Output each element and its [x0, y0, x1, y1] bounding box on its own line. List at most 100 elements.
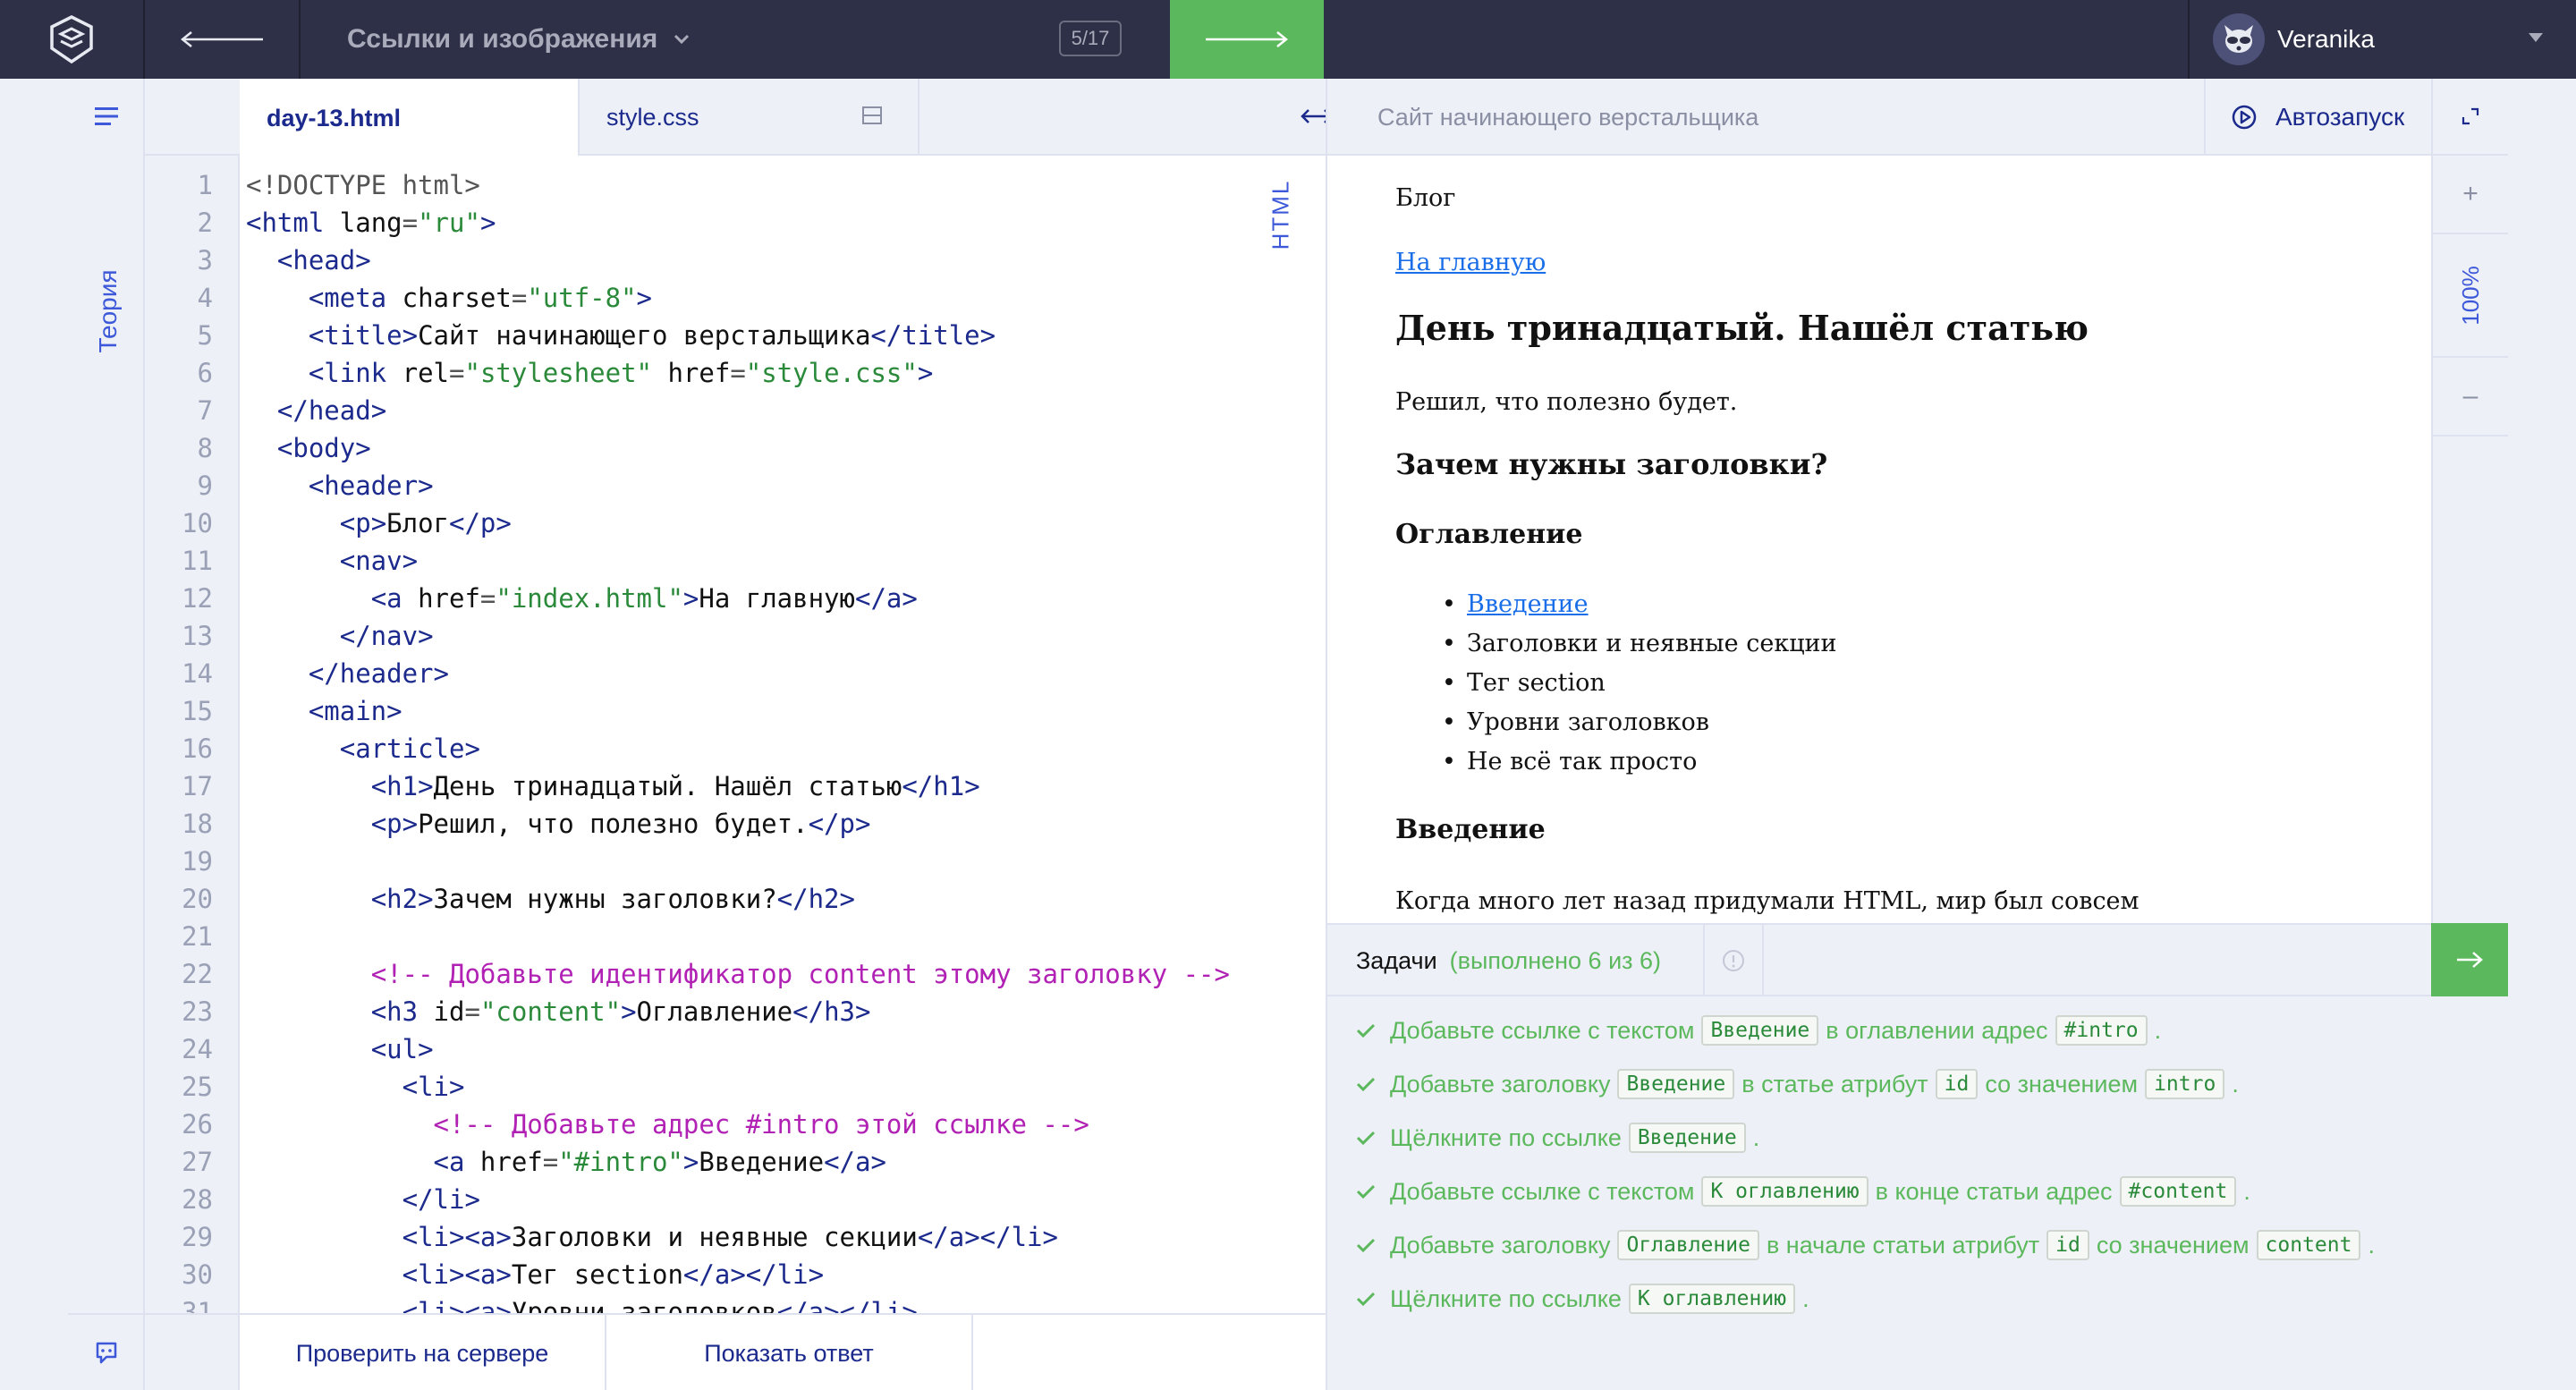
line-number: 12	[182, 583, 213, 614]
logo-icon[interactable]	[0, 0, 145, 79]
line-number: 25	[182, 1072, 213, 1102]
code-line[interactable]: </li>	[246, 1181, 480, 1218]
split-view-icon[interactable]	[862, 106, 882, 125]
editor-tabs: day-13.html style.css	[145, 79, 1333, 157]
task-text: Добавьте ссылке с текстом	[1390, 1177, 1695, 1205]
code-line[interactable]: <meta charset="utf-8">	[246, 279, 652, 317]
task-item: Щёлкните по ссылке Введение.	[1356, 1118, 1759, 1157]
user-menu[interactable]: Veranika	[2188, 0, 2576, 79]
line-number: 27	[182, 1147, 213, 1177]
toc-item: Не всё так просто	[1442, 748, 1697, 776]
line-number: 22	[182, 959, 213, 989]
code-line[interactable]: <a href="index.html">На главную</a>	[246, 580, 918, 617]
arrow-right-icon	[1206, 31, 1289, 47]
tasks-header: Задачи (выполнено 6 из 6)	[1327, 923, 2431, 996]
toc-link[interactable]: Введение	[1467, 590, 1589, 618]
task-text: в конце статьи адрес	[1875, 1177, 2113, 1205]
code-line[interactable]: <li><a>Уровни заголовков</a></li>	[246, 1293, 918, 1313]
preview-frame: Блог На главную День тринадцатый. Нашёл …	[1327, 156, 2431, 923]
code-editor[interactable]: <!DOCTYPE html> <html lang="ru"> <head> <…	[242, 156, 1326, 1313]
toc-item[interactable]: Введение	[1442, 590, 1589, 618]
code-line[interactable]: <main>	[246, 692, 402, 730]
tasks-info-button[interactable]	[1703, 925, 1764, 996]
arrow-right-icon	[2457, 952, 2483, 968]
next-step-button[interactable]	[1170, 0, 1324, 79]
toc-item: Уровни заголовков	[1442, 708, 1709, 736]
task-text: Добавьте заголовку	[1390, 1231, 1611, 1259]
toc-item: Заголовки и неявные секции	[1442, 630, 1837, 657]
tab-gutter	[145, 79, 240, 156]
code-line[interactable]: <html lang="ru">	[246, 204, 496, 242]
avatar	[2213, 13, 2265, 65]
theory-tab[interactable]: Теория	[94, 269, 123, 352]
code-line[interactable]: <!-- Добавьте адрес #intro этой ссылке -…	[246, 1106, 1089, 1143]
code-line[interactable]: <!-- Добавьте идентификатор content этом…	[246, 955, 1230, 993]
code-line[interactable]: <head>	[246, 242, 371, 279]
left-margin	[0, 79, 68, 1390]
top-bar: Ссылки и изображения 5/17 Veranika	[0, 0, 2576, 79]
home-link[interactable]: На главную	[1395, 249, 1546, 276]
code-chip: К оглавлению	[1701, 1176, 1868, 1207]
code-line[interactable]: <li>	[246, 1068, 465, 1106]
autorun-label: Автозапуск	[2275, 103, 2405, 131]
code-chip: #content	[2119, 1176, 2237, 1207]
code-chip: content	[2256, 1230, 2361, 1260]
zoom-in-button[interactable]: +	[2433, 156, 2508, 234]
code-line[interactable]: </header>	[246, 655, 449, 692]
feedback-button[interactable]	[68, 1313, 145, 1390]
code-line[interactable]: <ul>	[246, 1030, 434, 1068]
editor-actions: Проверить на сервере Показать ответ	[145, 1313, 1326, 1390]
line-number: 5	[197, 320, 213, 351]
line-number: 2	[197, 208, 213, 238]
tasks-progress: (выполнено 6 из 6)	[1449, 946, 1662, 974]
back-arrow-button[interactable]	[145, 0, 301, 79]
code-line[interactable]: <!DOCTYPE html>	[246, 166, 480, 204]
line-number: 4	[197, 283, 213, 313]
code-line[interactable]: </nav>	[246, 617, 434, 655]
task-text: Щёлкните по ссылке	[1390, 1123, 1622, 1151]
code-chip: К оглавлению	[1628, 1284, 1796, 1314]
code-line[interactable]: <h2>Зачем нужны заголовки?</h2>	[246, 880, 855, 918]
code-line[interactable]: <p>Решил, что полезно будет.</p>	[246, 805, 871, 843]
user-name: Veranika	[2277, 25, 2375, 53]
task-text: .	[1752, 1123, 1760, 1151]
task-item: Добавьте заголовку Оглавление в начале ста…	[1356, 1225, 2375, 1265]
intro-paragraph: Когда много лет назад придумали HTML, ми…	[1395, 887, 2140, 915]
code-line[interactable]: <li><a>Заголовки и неявные секции</a></l…	[246, 1218, 1058, 1256]
code-line[interactable]: <nav>	[246, 542, 418, 580]
code-line[interactable]: <a href="#intro">Введение</a>	[246, 1143, 886, 1181]
zoom-level-label: 100%	[2456, 265, 2484, 326]
code-line[interactable]: <li><a>Тег section</a></li>	[246, 1256, 824, 1293]
code-line[interactable]: <body>	[246, 429, 371, 467]
line-number: 10	[182, 508, 213, 538]
code-line[interactable]: </head>	[246, 392, 386, 429]
zoom-out-button[interactable]: –	[2433, 358, 2508, 436]
course-title: Ссылки и изображения	[347, 24, 658, 54]
next-task-button[interactable]	[2431, 923, 2508, 996]
task-text: Добавьте заголовку	[1390, 1070, 1611, 1098]
check-icon	[1356, 1238, 1376, 1253]
menu-icon[interactable]	[95, 106, 118, 127]
section-heading: Зачем нужны заголовки?	[1395, 447, 1828, 481]
check-icon	[1356, 1023, 1376, 1038]
course-title-dropdown[interactable]: Ссылки и изображения	[347, 0, 690, 79]
code-line[interactable]: <header>	[246, 467, 434, 504]
line-number: 3	[197, 245, 213, 275]
tasks-list: Добавьте ссылке с текстом Введение в оглав…	[1327, 996, 2508, 1390]
fullscreen-button[interactable]	[2433, 79, 2508, 156]
tab-day-13-html[interactable]: day-13.html	[240, 79, 580, 157]
task-text: в оглавлении адрес	[1826, 1016, 2048, 1044]
code-line[interactable]: <h3 id="content">Оглавление</h3>	[246, 993, 871, 1030]
show-answer-button[interactable]: Показать ответ	[606, 1315, 973, 1390]
tab-style-css[interactable]: style.css	[580, 79, 919, 156]
caret-down-icon	[2529, 33, 2543, 42]
check-icon	[1356, 1184, 1376, 1199]
task-item: Добавьте ссылке с текстом К оглавлению в к…	[1356, 1172, 2250, 1211]
code-line[interactable]: <h1>День тринадцатый. Нашёл статью</h1>	[246, 767, 980, 805]
code-line[interactable]: <p>Блог</p>	[246, 504, 512, 542]
chat-bubble-icon	[96, 1342, 117, 1364]
code-line[interactable]: <link rel="stylesheet" href="style.css">	[246, 354, 933, 392]
code-line[interactable]: <article>	[246, 730, 480, 767]
code-line[interactable]: <title>Сайт начинающего верстальщика</ti…	[246, 317, 996, 354]
check-on-server-button[interactable]: Проверить на сервере	[240, 1315, 606, 1390]
